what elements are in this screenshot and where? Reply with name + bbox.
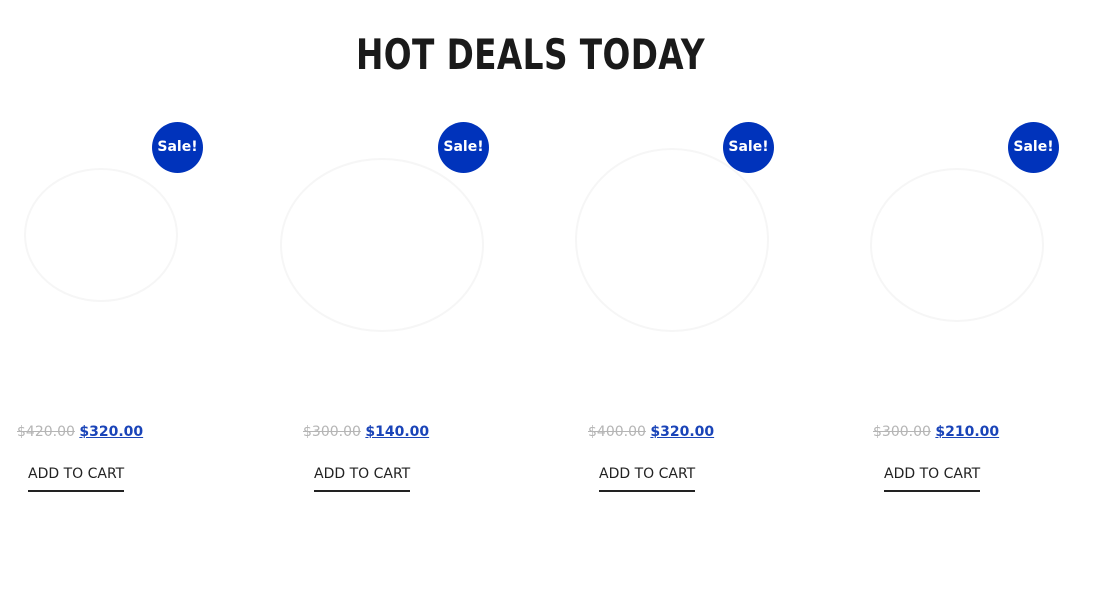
price: $300.00 $210.00 [873,424,999,440]
sale-badge: Sale! [438,122,489,173]
price: $300.00 $140.00 [303,424,429,440]
add-to-cart-button[interactable]: ADD TO CART [28,466,125,492]
product-image-placeholder [575,148,769,332]
product-card: Sale! $300.00 $140.00 ADD TO CART [280,118,516,508]
product-image-placeholder [24,168,178,302]
add-to-cart-button[interactable]: ADD TO CART [314,466,411,492]
sale-badge: Sale! [1008,122,1059,173]
product-card: Sale! $400.00 $320.00 ADD TO CART [571,118,801,508]
add-to-cart-button[interactable]: ADD TO CART [884,466,981,492]
product-card: Sale! $300.00 $210.00 ADD TO CART [856,118,1086,508]
sale-price-link[interactable]: $320.00 [79,424,143,440]
old-price: $300.00 [873,424,931,440]
price: $400.00 $320.00 [588,424,714,440]
sale-price-link[interactable]: $140.00 [365,424,429,440]
sale-price-link[interactable]: $210.00 [935,424,999,440]
product-grid: Sale! $420.00 $320.00 ADD TO CART Sale! … [0,0,1107,609]
sale-price-link[interactable]: $320.00 [650,424,714,440]
product-image-placeholder [870,168,1044,322]
product-image-placeholder [280,158,484,332]
price: $420.00 $320.00 [17,424,143,440]
sale-badge: Sale! [152,122,203,173]
sale-badge: Sale! [723,122,774,173]
product-card: Sale! $420.00 $320.00 ADD TO CART [0,118,230,508]
old-price: $420.00 [17,424,75,440]
old-price: $400.00 [588,424,646,440]
hot-deals-page: HOT DEALS TODAY Sale! $420.00 $320.00 AD… [0,0,1107,609]
old-price: $300.00 [303,424,361,440]
add-to-cart-button[interactable]: ADD TO CART [599,466,696,492]
